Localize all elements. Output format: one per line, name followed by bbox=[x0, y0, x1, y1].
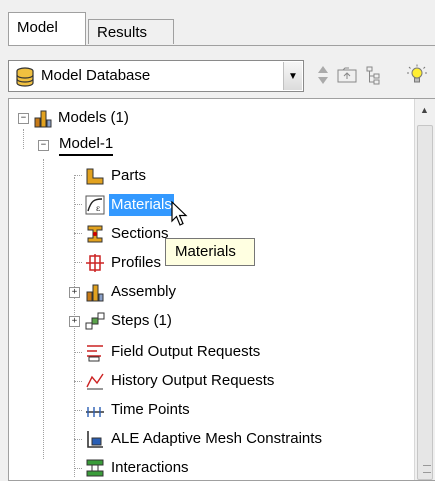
tree-item-label: Interactions bbox=[111, 459, 189, 476]
tree-item-field-output-requests[interactable]: Field Output Requests bbox=[9, 341, 409, 363]
tree-scrollbar[interactable]: ▲ bbox=[414, 99, 435, 480]
mouse-pointer-icon bbox=[171, 201, 188, 226]
tree-item-label: History Output Requests bbox=[111, 372, 275, 389]
tree-item-label: Field Output Requests bbox=[111, 343, 261, 360]
tree-item-models[interactable]: − Models (1) bbox=[9, 107, 409, 129]
tree-item-label: Model-1 bbox=[59, 134, 114, 156]
collapse-icon[interactable]: − bbox=[38, 140, 49, 151]
sections-icon bbox=[87, 225, 103, 243]
collapse-icon[interactable]: − bbox=[18, 113, 29, 124]
tree-item-materials[interactable]: ε Materials bbox=[9, 194, 409, 216]
field-output-icon bbox=[87, 345, 103, 362]
tree-filter-icon[interactable] bbox=[364, 64, 386, 86]
tree-item-label: ALE Adaptive Mesh Constraints bbox=[111, 430, 322, 447]
tree-item-assembly[interactable]: + Assembly bbox=[9, 281, 409, 303]
tree-item-label: Assembly bbox=[111, 283, 177, 300]
svg-text:ε: ε bbox=[96, 204, 100, 213]
history-output-icon bbox=[86, 373, 104, 390]
tab-model[interactable]: Model bbox=[8, 12, 86, 45]
chevron-down-icon[interactable]: ▼ bbox=[283, 62, 302, 90]
tree-item-ale-adaptive-mesh-constraints[interactable]: ALE Adaptive Mesh Constraints bbox=[9, 428, 409, 450]
parts-icon bbox=[86, 168, 104, 185]
steps-icon bbox=[85, 312, 105, 330]
scroll-up-arrow-icon[interactable]: ▲ bbox=[420, 105, 429, 115]
model-database-select[interactable]: Model Database ▼ bbox=[8, 60, 304, 92]
expand-up-down-icon[interactable] bbox=[312, 64, 334, 86]
module-tabs: Model Results bbox=[8, 12, 435, 46]
interactions-icon bbox=[86, 459, 104, 477]
models-icon bbox=[34, 110, 52, 128]
tree-item-label: Steps (1) bbox=[111, 312, 172, 329]
expand-icon[interactable]: + bbox=[69, 316, 80, 327]
lightbulb-icon[interactable] bbox=[406, 64, 428, 86]
scrollbar-thumb[interactable] bbox=[417, 125, 433, 480]
tree-item-label: Parts bbox=[111, 167, 147, 184]
tree-item-label: Time Points bbox=[111, 401, 190, 418]
tree-item-history-output-requests[interactable]: History Output Requests bbox=[9, 370, 409, 392]
assembly-icon bbox=[86, 284, 104, 302]
tree-item-parts[interactable]: Parts bbox=[9, 165, 409, 187]
folder-up-icon[interactable] bbox=[336, 64, 358, 86]
materials-icon: ε bbox=[85, 195, 105, 215]
tree-item-label: Materials bbox=[109, 194, 174, 216]
model-tree[interactable]: − Models (1) − Model-1 Parts ε Materials bbox=[8, 98, 435, 481]
tree-item-interactions[interactable]: Interactions bbox=[9, 457, 409, 479]
tree-item-steps[interactable]: + Steps (1) bbox=[9, 310, 409, 332]
profiles-icon bbox=[86, 254, 104, 272]
tree-item-time-points[interactable]: Time Points bbox=[9, 399, 409, 421]
tree-item-label: Sections bbox=[111, 225, 169, 242]
tree-toolbar: Model Database ▼ bbox=[8, 58, 435, 94]
ale-mesh-icon bbox=[87, 431, 103, 448]
grip-icon bbox=[423, 465, 431, 473]
tooltip: Materials bbox=[165, 238, 255, 266]
database-icon bbox=[16, 67, 34, 87]
tree-item-model-1[interactable]: − Model-1 bbox=[9, 134, 409, 156]
tab-divider bbox=[8, 45, 435, 46]
tree-item-label: Profiles bbox=[111, 254, 162, 271]
tree-item-label: Models (1) bbox=[58, 109, 129, 126]
tab-results[interactable]: Results bbox=[88, 19, 174, 44]
expand-icon[interactable]: + bbox=[69, 287, 80, 298]
database-select-value: Model Database bbox=[41, 67, 151, 84]
time-points-icon bbox=[86, 407, 104, 417]
